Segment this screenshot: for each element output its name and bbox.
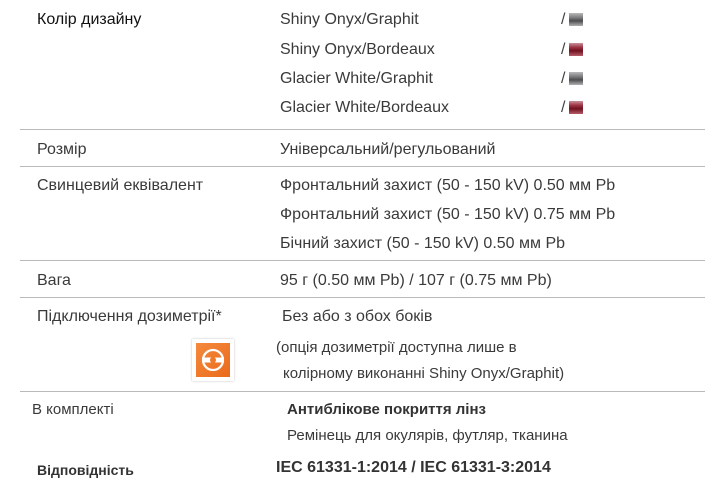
size-label: Розмір (37, 141, 87, 158)
bordeaux-color-swatch (569, 101, 583, 114)
included-item-1: Антиблікове покриття лінз (287, 401, 486, 418)
compliance-label: Відповідність (37, 462, 134, 478)
color-option-3: Glacier White/Graphit (280, 70, 433, 87)
size-value: Універсальний/регульований (280, 141, 496, 158)
weight-value: 95 г (0.50 мм Pb) / 107 г (0.75 мм Pb) (280, 272, 552, 289)
weight-label: Вага (37, 272, 71, 289)
color-option-2: Shiny Onyx/Bordeaux (280, 41, 435, 58)
dosimetry-note-line-1: (опція дозиметрії доступна лише в (276, 339, 517, 356)
included-label: В комплекті (32, 401, 114, 418)
lead-equivalent-value-3: Бічний захист (50 - 150 kV) 0.50 мм Pb (280, 235, 566, 252)
dosimetry-value: Без або з обох боків (282, 308, 433, 325)
design-color-label: Колір дизайну (37, 11, 142, 28)
lead-equivalent-value-1: Фронтальний захист (50 - 150 kV) 0.50 мм… (280, 177, 616, 194)
color-separator-3: / (561, 70, 566, 87)
color-separator-2: / (561, 41, 566, 58)
row-divider (20, 260, 705, 261)
row-divider (20, 166, 705, 167)
graphit-color-swatch (569, 72, 583, 85)
dosimeter-icon (192, 339, 234, 381)
graphit-color-swatch (569, 13, 583, 26)
row-divider (20, 129, 705, 130)
lead-equivalent-label: Свинцевий еквівалент (37, 177, 204, 194)
color-separator-1: / (561, 11, 566, 28)
color-separator-4: / (561, 99, 566, 116)
row-divider (20, 297, 705, 298)
compliance-value: IEC 61331-1:2014 / IEC 61331-3:2014 (276, 459, 551, 476)
row-divider (20, 391, 705, 392)
dosimetry-note-line-2: колірному виконанні Shiny Onyx/Graphit) (283, 365, 565, 382)
lead-equivalent-value-2: Фронтальний захист (50 - 150 kV) 0.75 мм… (280, 206, 616, 223)
included-item-2: Ремінець для окулярів, футляр, тканина (287, 427, 568, 444)
dosimetry-label: Підключення дозиметрії* (37, 308, 222, 325)
color-option-4: Glacier White/Bordeaux (280, 99, 449, 116)
bordeaux-color-swatch (569, 43, 583, 56)
color-option-1: Shiny Onyx/Graphit (280, 11, 419, 28)
